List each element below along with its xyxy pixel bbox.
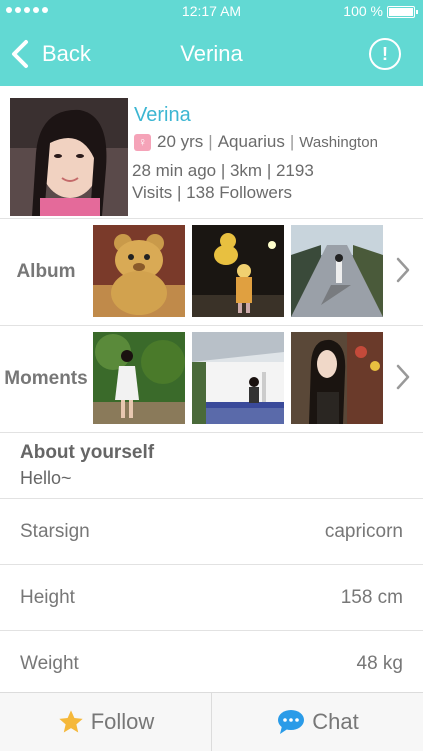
profile-zodiac: Aquarius [217,132,285,151]
chat-button[interactable]: Chat [212,693,423,751]
follow-label: Follow [90,709,155,734]
status-bar: 12:17 AM 100 % [0,0,423,22]
detail-key: Starsign [20,521,90,542]
detail-value: capricorn [324,521,403,542]
female-badge-icon: ♀ [134,133,151,151]
detail-row-weight: Weight 48 kg [0,631,423,696]
detail-key: Weight [20,653,79,674]
moments-label: Moments [4,368,88,389]
battery-percent: 100 % [343,3,383,19]
detail-row-starsign: Starsign capricorn [0,499,423,565]
back-label: Back [42,41,91,66]
back-button[interactable]: Back [10,22,91,86]
profile-age: 20 yrs [157,132,204,151]
album-row[interactable]: Album [0,219,423,326]
profile-header: Verina ♀ 20 yrs | Aquarius | Washington … [0,86,423,219]
detail-value: 158 cm [340,587,403,608]
album-photo-road[interactable] [291,225,383,317]
alert-circle-icon[interactable]: ! [369,38,401,70]
detail-value: 48 kg [356,653,403,674]
separator: | [289,132,295,151]
moment-photo-garden[interactable] [93,332,185,424]
chevron-left-icon [12,40,28,68]
chat-label: Chat [312,709,359,734]
moments-row[interactable]: Moments [0,326,423,433]
moment-photo-portrait[interactable] [291,332,383,424]
moment-photo-porch[interactable] [192,332,284,424]
album-photo-night-toy[interactable] [192,225,284,317]
chat-bubble-icon [278,710,305,734]
profile-name: Verina [134,104,191,126]
avatar[interactable] [10,98,128,216]
about-text: Hello~ [20,468,72,488]
album-label: Album [16,261,76,282]
separator: | [208,132,213,151]
detail-row-height: Height 158 cm [0,565,423,631]
profile-summary: ♀ 20 yrs | Aquarius | Washington [134,132,378,152]
detail-key: Height [20,587,75,608]
about-title: About yourself [20,442,155,463]
about-section: About yourself Hello~ [0,432,423,499]
album-photo-teddy-bear[interactable] [93,225,185,317]
chevron-right-icon[interactable] [395,363,411,391]
profile-location: Washington [299,133,378,151]
chevron-right-icon[interactable] [395,256,411,284]
follow-button[interactable]: Follow [0,693,212,751]
star-icon [59,710,83,733]
profile-activity: 28 min ago | 3km | 2193 [132,161,314,180]
bottom-action-bar: Follow Chat [0,692,423,751]
battery-icon [387,6,418,18]
profile-followers: Visits | 138 Followers [132,183,292,202]
nav-bar: Back Verina ! [0,22,423,86]
